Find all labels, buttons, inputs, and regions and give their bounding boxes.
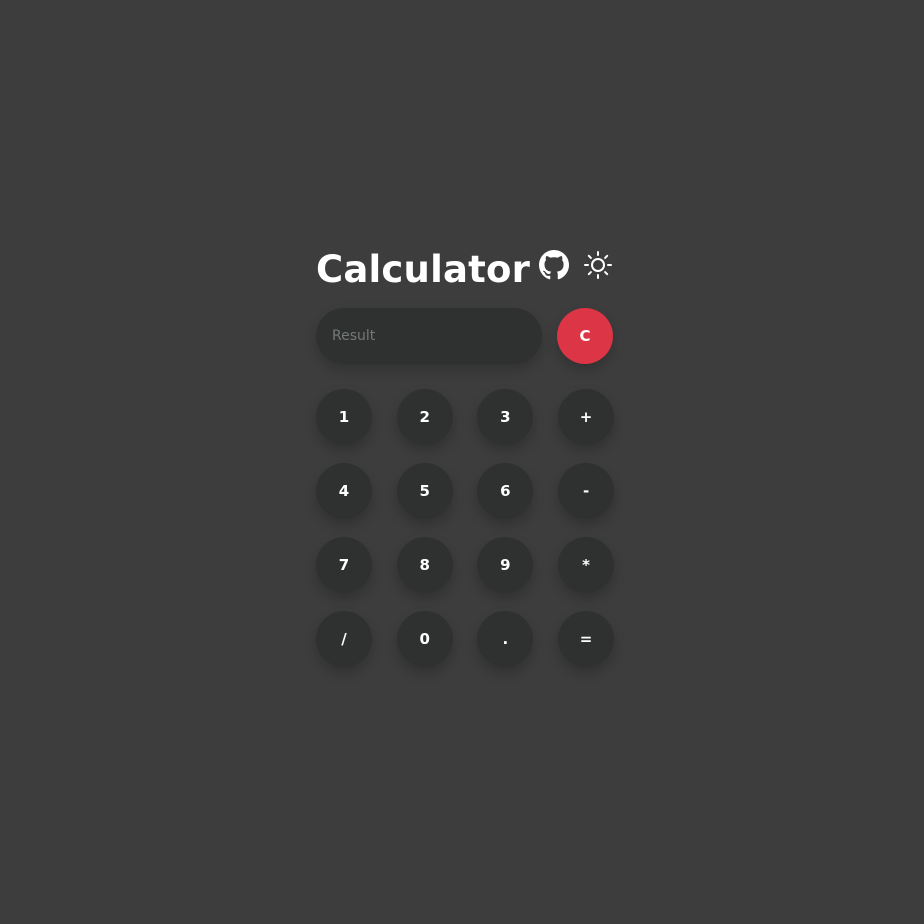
- github-icon: [539, 250, 569, 284]
- display-row: C: [316, 308, 613, 364]
- keypad: 1 2 3 +4 5 6- 7 8 9 * / 0. =: [316, 389, 615, 667]
- key-divide[interactable]: /: [316, 611, 372, 667]
- calculator-header: Calculator: [316, 246, 612, 296]
- key-1[interactable]: 1: [316, 389, 372, 445]
- github-link[interactable]: [539, 250, 569, 284]
- key-multiply[interactable]: *: [558, 537, 615, 593]
- key-6[interactable]: 6: [477, 463, 534, 519]
- clear-button[interactable]: C: [557, 308, 613, 364]
- key-3[interactable]: 3: [477, 389, 534, 445]
- key-equals[interactable]: =: [558, 611, 615, 667]
- key-8[interactable]: 8: [396, 537, 453, 593]
- key-minus[interactable]: -: [558, 463, 615, 519]
- key-7[interactable]: 7: [316, 537, 372, 593]
- page-title: Calculator: [316, 248, 531, 291]
- sun-icon: [583, 250, 613, 284]
- key-0[interactable]: 0: [396, 611, 453, 667]
- result-input[interactable]: [316, 308, 542, 364]
- theme-toggle[interactable]: [583, 250, 613, 284]
- key-plus[interactable]: +: [558, 389, 615, 445]
- key-9[interactable]: 9: [477, 537, 534, 593]
- calculator: Calculator Result C 1 2 3 + 4 5 6 - 7 8 …: [316, 246, 615, 667]
- key-2[interactable]: 2: [396, 389, 453, 445]
- key-5[interactable]: 5: [396, 463, 453, 519]
- key-decimal[interactable]: .: [477, 611, 534, 667]
- key-4[interactable]: 4: [316, 463, 372, 519]
